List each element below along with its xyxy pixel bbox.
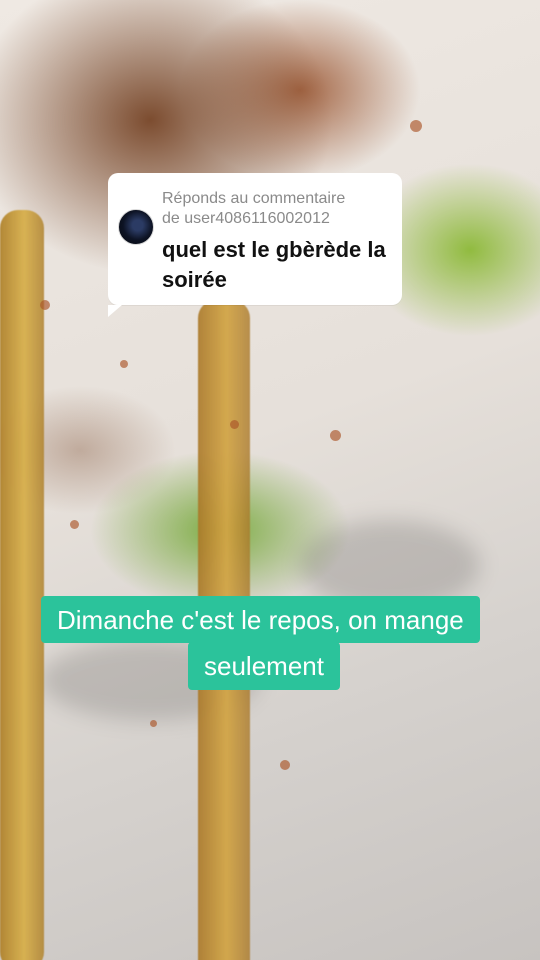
caption-line2-text: seulement (204, 651, 324, 681)
reply-header-line1: Réponds au commentaire (162, 190, 346, 207)
reply-comment-card[interactable]: Réponds au commentaire de user4086116002… (108, 173, 402, 317)
video-caption-line2: seulement (188, 642, 340, 690)
spice-speck (70, 520, 79, 529)
spice-speck (330, 430, 341, 441)
skewer-stick (0, 210, 44, 960)
spice-speck (410, 120, 422, 132)
spice-speck (150, 720, 157, 727)
blurred-photo (0, 0, 540, 960)
spice-speck (40, 300, 50, 310)
user-avatar-icon (118, 209, 154, 245)
video-background (0, 0, 540, 960)
comment-text: quel est le gbèrède la soirée (162, 237, 386, 292)
caption-line1-text: Dimanche c'est le repos, on mange (57, 604, 464, 635)
spice-speck (120, 360, 128, 368)
video-caption-line1: Dimanche c'est le repos, on mange (41, 596, 480, 643)
reply-header-line2: de user4086116002012 (162, 210, 330, 227)
spice-speck (230, 420, 239, 429)
spice-speck (280, 760, 290, 770)
